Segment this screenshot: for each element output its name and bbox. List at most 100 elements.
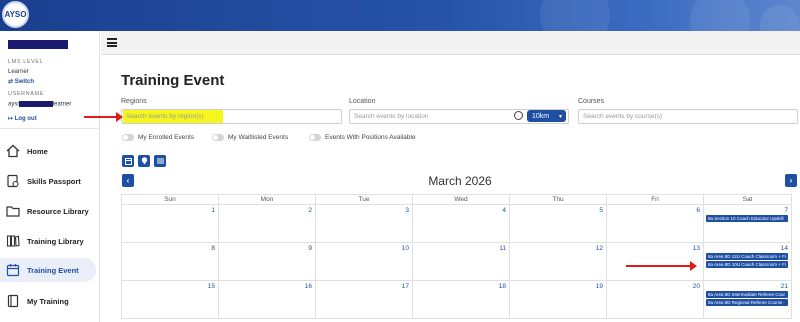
calendar-event[interactable]: 8a Area 8D 10U Coach Classroom + Fi	[706, 261, 788, 268]
day-number: 6	[696, 207, 700, 214]
redacted-name	[8, 40, 68, 49]
weekday-header-row: Sun Mon Tue Wed Thu Fri Sat	[121, 194, 792, 205]
sidebar-item-label: Training Event	[27, 265, 79, 275]
toggle-switch[interactable]	[122, 134, 134, 141]
day-number: 19	[595, 283, 603, 290]
username-label: USERNAME	[8, 91, 44, 97]
day-cell[interactable]: 14 8a Area 8D 12U Coach Classroom + Fi 8…	[703, 242, 792, 281]
day-number: 4	[502, 207, 506, 214]
username-value: aysi learner	[8, 101, 71, 108]
day-number: 14	[780, 245, 788, 252]
next-month-button[interactable]: ›	[785, 174, 797, 187]
day-number: 11	[499, 245, 506, 252]
day-cell[interactable]: 9	[218, 242, 316, 281]
day-number: 20	[692, 283, 700, 290]
toggle-waitlisted-events[interactable]: My Waitlisted Events	[212, 134, 288, 141]
hamburger-menu-icon[interactable]	[107, 38, 117, 47]
day-cell[interactable]: 1	[121, 204, 219, 243]
toggle-switch[interactable]	[212, 134, 224, 141]
day-number: 2	[308, 207, 312, 214]
day-cell[interactable]: 6	[606, 204, 704, 243]
logout-link[interactable]: ↦ Log out	[8, 115, 37, 122]
sidebar-item-label: Resource Library	[27, 206, 89, 216]
switch-link[interactable]: ⇄ Switch	[8, 78, 34, 85]
day-cell[interactable]: 19	[509, 280, 607, 319]
switch-icon: ⇄	[8, 79, 14, 85]
day-cell[interactable]: 4	[412, 204, 510, 243]
lms-level-label: LMS LEVEL	[8, 59, 44, 65]
top-bar	[101, 31, 800, 55]
day-cell[interactable]: 20	[606, 280, 704, 319]
redacted-username	[18, 101, 53, 107]
list-view-button[interactable]	[154, 155, 166, 167]
calendar-icon	[124, 157, 132, 165]
username-prefix: aysi	[8, 101, 19, 108]
courses-label: Courses	[578, 98, 605, 105]
sidebar-item-training-library[interactable]: Training Library	[0, 229, 96, 253]
locate-target-icon[interactable]	[514, 111, 523, 120]
courses-search-input[interactable]: Search events by course(s)	[578, 109, 798, 124]
calendar-event[interactable]: 9a Section 10 Coach Educator Upskill	[706, 215, 788, 222]
day-cell[interactable]: 21 8a Area 8D Intermediate Referee Cour …	[703, 280, 792, 319]
radius-select[interactable]: 10km ▾	[527, 110, 566, 122]
day-cell[interactable]: 5	[509, 204, 607, 243]
sidebar-item-resource-library[interactable]: Resource Library	[0, 199, 96, 223]
page-title: Training Event	[121, 72, 225, 89]
day-cell[interactable]: 18	[412, 280, 510, 319]
day-number: 18	[498, 283, 506, 290]
day-number: 13	[692, 245, 700, 252]
logout-label: Log out	[14, 116, 37, 122]
day-cell[interactable]: 11	[412, 242, 510, 281]
regions-search-input[interactable]: Search events by region(s)	[121, 109, 342, 124]
library-icon	[5, 233, 21, 249]
toggle-switch[interactable]	[309, 134, 321, 141]
calendar-event[interactable]: 8a Area 8D Intermediate Referee Cour	[706, 291, 788, 298]
regions-label: Regions	[121, 98, 147, 105]
book-icon	[5, 293, 21, 309]
toggle-positions-available[interactable]: Events With Positions Available	[309, 134, 416, 141]
day-number: 1	[211, 207, 215, 214]
weekday-header: Thu	[509, 194, 607, 205]
location-label: Location	[349, 98, 376, 105]
lms-level-value: Learner	[8, 69, 29, 75]
day-number: 3	[405, 207, 409, 214]
sidebar-item-training-event[interactable]: Training Event	[0, 258, 96, 282]
home-icon	[5, 143, 21, 159]
day-cell[interactable]: 17	[315, 280, 413, 319]
day-cell[interactable]: 2	[218, 204, 316, 243]
day-cell[interactable]: 13	[606, 242, 704, 281]
switch-label: Switch	[14, 79, 35, 85]
month-title: March 2026	[428, 174, 492, 188]
calendar-view-button[interactable]	[122, 155, 134, 167]
day-number: 7	[784, 207, 788, 214]
day-cell[interactable]: 10	[315, 242, 413, 281]
day-cell[interactable]: 16	[218, 280, 316, 319]
map-pin-icon	[141, 157, 147, 165]
toggle-label: My Waitlisted Events	[228, 134, 289, 141]
weekday-header: Sat	[703, 194, 792, 205]
map-view-button[interactable]	[138, 155, 150, 167]
weekday-header: Fri	[606, 194, 704, 205]
chevron-down-icon: ▾	[558, 113, 562, 120]
week-row: 15 16 17 18 19 20 21 8a Area 8D Intermed…	[121, 280, 792, 319]
day-cell[interactable]: 12	[509, 242, 607, 281]
toggle-enrolled-events[interactable]: My Enrolled Events	[122, 134, 194, 141]
day-cell[interactable]: 8	[121, 242, 219, 281]
sidebar-item-my-training[interactable]: My Training	[0, 289, 96, 313]
weekday-header: Mon	[218, 194, 316, 205]
day-number: 9	[308, 245, 312, 252]
logout-icon: ↦	[8, 116, 14, 122]
day-number: 16	[304, 283, 312, 290]
day-cell[interactable]: 7 9a Section 10 Coach Educator Upskill	[703, 204, 792, 243]
day-cell[interactable]: 3	[315, 204, 413, 243]
day-number: 8	[211, 245, 215, 252]
calendar-icon	[5, 262, 21, 278]
day-number: 5	[599, 207, 603, 214]
sidebar-item-home[interactable]: Home	[0, 139, 96, 163]
toggle-label: My Enrolled Events	[138, 134, 194, 141]
logo[interactable]: AYSO	[2, 1, 29, 28]
day-cell[interactable]: 15	[121, 280, 219, 319]
calendar-event[interactable]: 8a Area 8D 12U Coach Classroom + Fi	[706, 253, 788, 260]
calendar-event[interactable]: 8a Area 8D Regional Referee Course	[706, 299, 788, 306]
weekday-header: Sun	[121, 194, 219, 205]
